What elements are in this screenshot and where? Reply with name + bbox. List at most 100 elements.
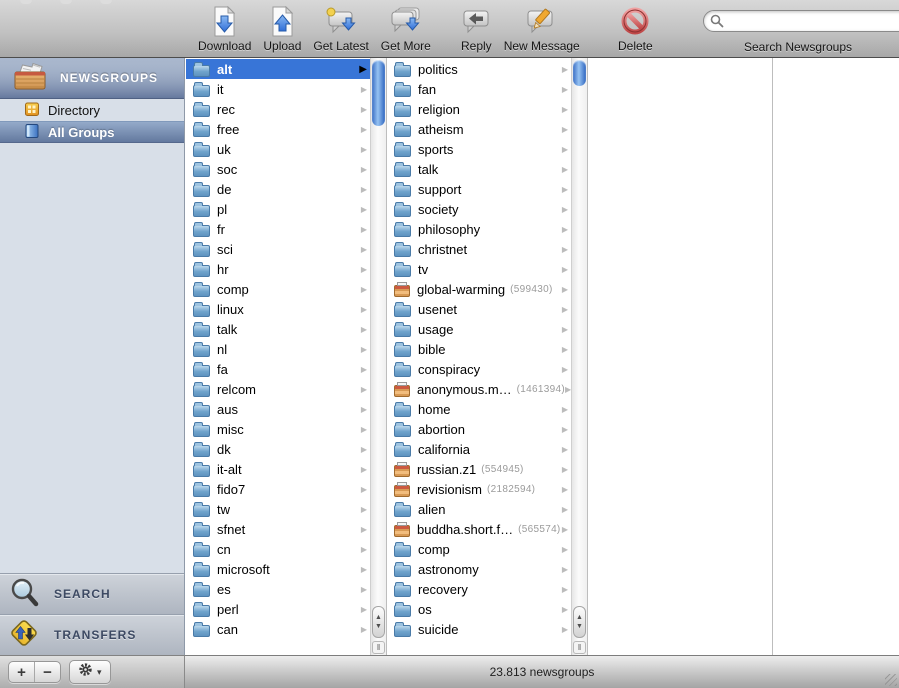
download-button[interactable]: Download [192, 4, 257, 53]
column-row[interactable]: hr▶ [186, 259, 370, 279]
column-row[interactable]: linux▶ [186, 299, 370, 319]
sidebar-item-all-groups[interactable]: All Groups [0, 121, 184, 143]
column-resize-handle[interactable]: ‖ [573, 641, 586, 654]
column-row[interactable]: alien▶ [387, 499, 571, 519]
toolbar-button-label: Reply [461, 39, 492, 53]
column-row[interactable]: dk▶ [186, 439, 370, 459]
column-row[interactable]: nl▶ [186, 339, 370, 359]
add-button[interactable]: + [9, 662, 34, 682]
column-row[interactable]: es▶ [186, 579, 370, 599]
column-row[interactable]: bible▶ [387, 339, 571, 359]
column-row[interactable]: cn▶ [186, 539, 370, 559]
column-row[interactable]: recovery▶ [387, 579, 571, 599]
column-row[interactable]: atheism▶ [387, 119, 571, 139]
column-row[interactable]: misc▶ [186, 419, 370, 439]
column-row[interactable]: pl▶ [186, 199, 370, 219]
column-row[interactable]: sports▶ [387, 139, 571, 159]
column-row[interactable]: abortion▶ [387, 419, 571, 439]
scroll-down-arrow[interactable]: ▼ [375, 623, 382, 630]
vertical-scrollbar[interactable]: ▲▼‖ [370, 58, 386, 655]
sidebar-section-transfers[interactable]: TRANSFERS [0, 614, 184, 655]
column-row[interactable]: society▶ [387, 199, 571, 219]
column-row[interactable]: fido7▶ [186, 479, 370, 499]
zoom-button[interactable] [100, 0, 112, 4]
column-row[interactable]: usage▶ [387, 319, 571, 339]
column-row[interactable]: alt▶ [186, 59, 370, 79]
search-input[interactable] [703, 10, 899, 32]
column-row[interactable]: de▶ [186, 179, 370, 199]
column-row[interactable]: it▶ [186, 79, 370, 99]
sidebar-newsgroups-header[interactable]: NEWSGROUPS [0, 58, 184, 99]
column-row[interactable]: usenet▶ [387, 299, 571, 319]
column-row[interactable]: rec▶ [186, 99, 370, 119]
column-row[interactable]: talk▶ [387, 159, 571, 179]
scrollbar-arrows: ▲▼ [372, 606, 385, 638]
column-row[interactable]: russian.z1(554945)▶ [387, 459, 571, 479]
scrollbar-thumb[interactable] [372, 60, 385, 126]
column-row[interactable]: christnet▶ [387, 239, 571, 259]
reply-button[interactable]: Reply [455, 4, 498, 53]
chevron-right-icon: ▶ [562, 345, 568, 354]
column-row[interactable]: sci▶ [186, 239, 370, 259]
column-row[interactable]: california▶ [387, 439, 571, 459]
column-row[interactable]: uk▶ [186, 139, 370, 159]
upload-button[interactable]: Upload [257, 4, 307, 53]
remove-button[interactable]: − [34, 662, 60, 682]
column-row[interactable]: tv▶ [387, 259, 571, 279]
sidebar-footer: SEARCH TRANSFERS [0, 573, 184, 655]
scroll-up-arrow[interactable]: ▲ [375, 614, 382, 621]
column-row[interactable]: support▶ [387, 179, 571, 199]
column-row[interactable]: fan▶ [387, 79, 571, 99]
column-row[interactable]: astronomy▶ [387, 559, 571, 579]
close-button[interactable] [20, 0, 32, 4]
column-row[interactable]: fr▶ [186, 219, 370, 239]
column-row[interactable]: suicide▶ [387, 619, 571, 639]
column-row[interactable]: comp▶ [186, 279, 370, 299]
get-more-button[interactable]: Get More [375, 4, 437, 53]
search-icon [710, 14, 724, 33]
action-menu-button[interactable]: ▾ [69, 660, 111, 684]
column-resize-handle[interactable]: ‖ [372, 641, 385, 654]
column-row[interactable]: conspiracy▶ [387, 359, 571, 379]
get-latest-button[interactable]: Get Latest [307, 4, 374, 53]
window-resize-grip[interactable] [885, 674, 897, 686]
folder-icon [193, 145, 210, 157]
row-label: uk [217, 142, 231, 157]
column-row[interactable]: comp▶ [387, 539, 571, 559]
column-row[interactable]: tw▶ [186, 499, 370, 519]
delete-button[interactable]: Delete [612, 4, 659, 53]
vertical-scrollbar[interactable]: ▲ ▼ ‖ [571, 58, 587, 655]
new-message-button[interactable]: New Message [498, 4, 586, 53]
column-row[interactable]: revisionism(2182594)▶ [387, 479, 571, 499]
scroll-up-arrow[interactable]: ▲ [576, 614, 583, 621]
column-row[interactable]: it-alt▶ [186, 459, 370, 479]
column-row[interactable]: soc▶ [186, 159, 370, 179]
column-row[interactable]: talk▶ [186, 319, 370, 339]
column-row[interactable]: os▶ [387, 599, 571, 619]
scrollbar-thumb[interactable] [573, 60, 586, 86]
column-row[interactable]: global-warming(599430)▶ [387, 279, 571, 299]
column-row[interactable]: can▶ [186, 619, 370, 639]
column-row[interactable]: home▶ [387, 399, 571, 419]
column-row[interactable]: anonymous.m…(1461394)▶ [387, 379, 571, 399]
minimize-button[interactable] [60, 0, 72, 4]
scroll-down-arrow[interactable]: ▼ [576, 623, 583, 630]
chevron-right-icon: ▶ [361, 105, 367, 114]
folder-icon [394, 605, 411, 617]
column-row[interactable]: religion▶ [387, 99, 571, 119]
sidebar-section-search[interactable]: SEARCH [0, 573, 184, 614]
column-row[interactable]: microsoft▶ [186, 559, 370, 579]
column-row[interactable]: fa▶ [186, 359, 370, 379]
column-row[interactable]: sfnet▶ [186, 519, 370, 539]
window-controls[interactable] [20, 0, 112, 4]
column-row[interactable]: politics▶ [387, 59, 571, 79]
column-row[interactable]: free▶ [186, 119, 370, 139]
column-row[interactable]: perl▶ [186, 599, 370, 619]
sidebar-item-directory[interactable]: Directory [0, 99, 184, 121]
toolbar-group-delete: Delete [612, 4, 659, 53]
column-row[interactable]: relcom▶ [186, 379, 370, 399]
row-label: global-warming [417, 282, 505, 297]
column-row[interactable]: philosophy▶ [387, 219, 571, 239]
column-row[interactable]: buddha.short.f…(565574)▶ [387, 519, 571, 539]
column-row[interactable]: aus▶ [186, 399, 370, 419]
